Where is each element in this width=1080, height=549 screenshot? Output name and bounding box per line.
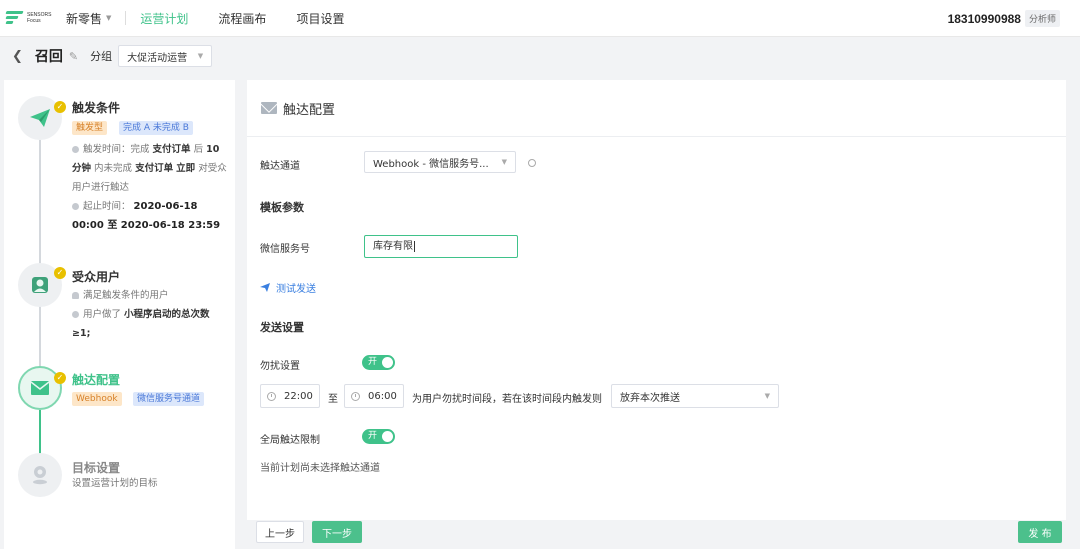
clock-icon	[72, 203, 79, 210]
wechat-label: 微信服务号	[260, 244, 310, 255]
user-icon	[32, 277, 48, 293]
nav-project-settings[interactable]: 项目设置	[296, 10, 344, 27]
dnd-label: 勿扰设置	[260, 361, 300, 372]
group-label: 分组	[90, 50, 113, 63]
steps-panel: ✓ 触发条件 触发型 完成 A 未完成 B 触发时间：完成 支付订单 后 10 …	[4, 80, 235, 549]
chevron-down-icon: ▼	[106, 14, 112, 22]
global-limit-note: 当前计划尚未选择触达通道	[260, 463, 380, 474]
step-reach-title[interactable]: 触达配置	[72, 371, 120, 388]
step-trigger-title[interactable]: 触发条件	[72, 99, 120, 116]
role-badge: 分析师	[1024, 10, 1060, 27]
clock-icon	[351, 391, 360, 401]
person-icon	[72, 292, 79, 299]
send-section-title: 发送设置	[260, 321, 304, 334]
chevron-down-icon: ▼	[501, 158, 507, 166]
envelope-icon	[261, 102, 277, 114]
global-limit-label: 全局触达限制	[260, 435, 320, 446]
paper-plane-icon	[30, 109, 50, 127]
nav-operation-plan[interactable]: 运营计划	[140, 10, 188, 27]
wechat-channel-tag: 微信服务号通道	[133, 392, 205, 406]
top-nav: SENSORS Focus 新零售 ▼ 运营计划 流程画布 项目设置 183109…	[0, 0, 1080, 37]
edit-icon[interactable]: ✎	[69, 50, 78, 63]
trigger-rule-tag: 完成 A 未完成 B	[119, 121, 193, 135]
reach-config-panel: 触达配置 触达通道 Webhook - 微信服务号... ▼ 模板参数 微信服务…	[247, 80, 1066, 520]
check-icon: ✓	[54, 101, 66, 113]
wechat-input[interactable]: 库存有限	[364, 235, 518, 258]
dot-icon	[72, 311, 79, 318]
next-step-button[interactable]: 下一步	[312, 521, 362, 543]
dnd-start-time[interactable]: 22:00	[260, 384, 320, 408]
channel-label: 触达通道	[260, 161, 300, 172]
page-title: 召回	[34, 49, 63, 65]
user-phone: 18310990988	[947, 11, 1021, 26]
nav-divider	[125, 11, 127, 25]
dnd-toggle[interactable]: 开	[362, 355, 395, 370]
dnd-action-select[interactable]: 放弃本次推送 ▼	[611, 384, 779, 408]
step-connector	[39, 410, 41, 458]
clock-icon	[72, 146, 79, 153]
prev-step-button[interactable]: 上一步	[256, 521, 304, 543]
location-pin-icon	[33, 466, 47, 485]
goal-desc: 设置运营计划的目标	[72, 478, 158, 489]
dnd-description: 为用户勿扰时间段，若在该时间段内触发则	[412, 394, 602, 405]
nav-flow-canvas[interactable]: 流程画布	[218, 10, 266, 27]
step-audience-title[interactable]: 受众用户	[72, 268, 120, 285]
trigger-range-desc: 起止时间： 2020-06-18 00:00 至 2020-06-18 23:5…	[72, 201, 221, 231]
trigger-type-tag: 触发型	[72, 121, 108, 135]
panel-title: 触达配置	[283, 102, 336, 118]
panel-header: 触达配置	[247, 80, 1066, 137]
check-icon: ✓	[54, 267, 66, 279]
back-icon[interactable]: ❮	[12, 49, 23, 64]
sub-header: ❮ 召回 ✎ 分组 大促活动运营 ▼	[0, 37, 1080, 75]
template-section-title: 模板参数	[260, 201, 304, 214]
paper-plane-icon	[260, 283, 270, 292]
chevron-down-icon: ▼	[764, 392, 770, 400]
dnd-end-time[interactable]: 06:00	[344, 384, 404, 408]
publish-button[interactable]: 发 布	[1018, 521, 1062, 543]
envelope-icon	[30, 381, 50, 395]
chevron-down-icon: ▼	[197, 52, 204, 60]
audience-desc: 满足触发条件的用户 用户做了 小程序启动的总次数 ≥1;	[72, 290, 210, 339]
logo-text: SENSORS Focus	[27, 12, 52, 24]
clock-icon	[267, 391, 276, 401]
check-icon: ✓	[54, 372, 66, 384]
trigger-time-desc: 触发时间：完成 支付订单 后 10 分钟 内未完成 支付订单 立即 对受众用户进…	[72, 144, 227, 193]
global-limit-toggle[interactable]: 开	[362, 429, 395, 444]
step-connector	[39, 307, 41, 375]
help-icon[interactable]	[528, 159, 536, 167]
logo[interactable]: SENSORS Focus	[5, 11, 58, 25]
time-to-label: 至	[328, 394, 338, 405]
logo-icon	[5, 11, 24, 25]
channel-select[interactable]: Webhook - 微信服务号... ▼	[364, 151, 516, 173]
webhook-tag: Webhook	[72, 392, 122, 406]
test-send-link[interactable]: 测试发送	[260, 280, 316, 295]
group-select[interactable]: 大促活动运营 ▼	[118, 45, 213, 67]
store-switcher[interactable]: 新零售 ▼	[66, 10, 111, 27]
user-menu[interactable]: 18310990988 分析师	[948, 0, 1060, 37]
step-goal-icon[interactable]	[18, 453, 62, 497]
